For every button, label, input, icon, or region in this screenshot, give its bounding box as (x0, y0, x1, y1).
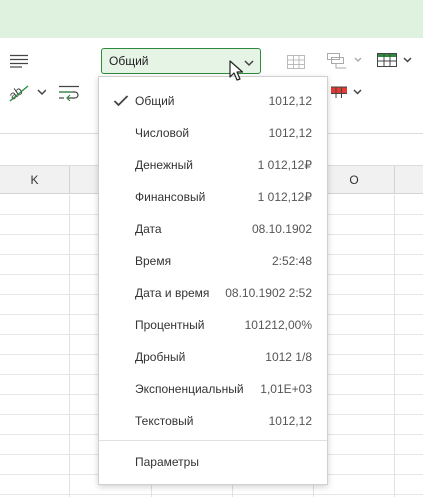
format-option-example: 1012 1/8 (265, 350, 312, 364)
format-option-scientific[interactable]: Экспоненциальный 1,01E+03 (99, 373, 327, 405)
format-option-example: 1,01E+03 (260, 382, 312, 396)
format-option-example: 1012,12 (268, 126, 312, 140)
menu-divider (99, 440, 327, 441)
text-orientation-icon[interactable]: ab (8, 82, 46, 104)
format-option-datetime[interactable]: Дата и время 08.10.1902 2:52 (99, 277, 327, 309)
insert-cells-icon[interactable] (326, 52, 364, 70)
format-option-label: Время (135, 254, 172, 268)
number-format-dropdown: Общий 1012,12 Числовой 1012,12 Денежный … (98, 76, 328, 485)
column-header-label: K (30, 172, 39, 187)
format-option-example: 08.10.1902 2:52 (225, 286, 312, 300)
format-option-time[interactable]: Время 2:52:48 (99, 245, 327, 277)
format-option-example: 1012,12 (268, 414, 312, 428)
format-option-accounting[interactable]: Финансовый 1 012,12₽ (99, 181, 327, 213)
format-option-example: 2:52:48 (271, 254, 312, 268)
format-option-label: Дата и время (135, 286, 210, 300)
format-option-example: 1012,12 (268, 94, 312, 108)
format-option-label: Общий (135, 94, 175, 108)
format-option-number[interactable]: Числовой 1012,12 (99, 117, 327, 149)
conditional-format-icon[interactable] (330, 84, 364, 100)
number-format-value: Общий (109, 54, 149, 68)
format-option-label: Дата (135, 222, 162, 236)
format-option-label: Параметры (135, 455, 199, 469)
format-option-settings[interactable]: Параметры (99, 446, 327, 478)
format-option-label: Текстовый (135, 414, 194, 428)
format-option-label: Числовой (135, 126, 190, 140)
format-option-currency[interactable]: Денежный 1 012,12₽ (99, 149, 327, 181)
format-option-date[interactable]: Дата 08.10.1902 (99, 213, 327, 245)
format-option-label: Экспоненциальный (135, 382, 244, 396)
format-option-label: Дробный (135, 350, 186, 364)
format-option-label: Процентный (135, 318, 205, 332)
cells-icon[interactable] (286, 54, 306, 70)
format-option-example: 101212,00% (244, 318, 312, 332)
format-option-general[interactable]: Общий 1012,12 (99, 85, 327, 117)
format-option-label: Денежный (135, 158, 193, 172)
wrap-text-icon[interactable] (58, 85, 80, 101)
table-style-icon[interactable] (376, 52, 414, 70)
format-option-fraction[interactable]: Дробный 1012 1/8 (99, 341, 327, 373)
format-option-example: 1 012,12₽ (257, 158, 312, 172)
align-left-icon[interactable] (9, 54, 29, 68)
checkmark-icon (113, 95, 129, 110)
column-header-k[interactable]: K (0, 166, 70, 194)
mouse-pointer-icon (229, 60, 245, 82)
column-header[interactable] (395, 166, 423, 194)
chevron-down-icon (244, 56, 254, 70)
format-option-percent[interactable]: Процентный 101212,00% (99, 309, 327, 341)
format-option-example: 1 012,12₽ (257, 190, 312, 204)
format-option-text[interactable]: Текстовый 1012,12 (99, 405, 327, 437)
format-option-label: Финансовый (135, 190, 206, 204)
gridline (394, 195, 395, 497)
column-header-label: O (349, 172, 359, 187)
title-bar (0, 0, 423, 38)
format-option-example: 08.10.1902 (251, 222, 312, 236)
